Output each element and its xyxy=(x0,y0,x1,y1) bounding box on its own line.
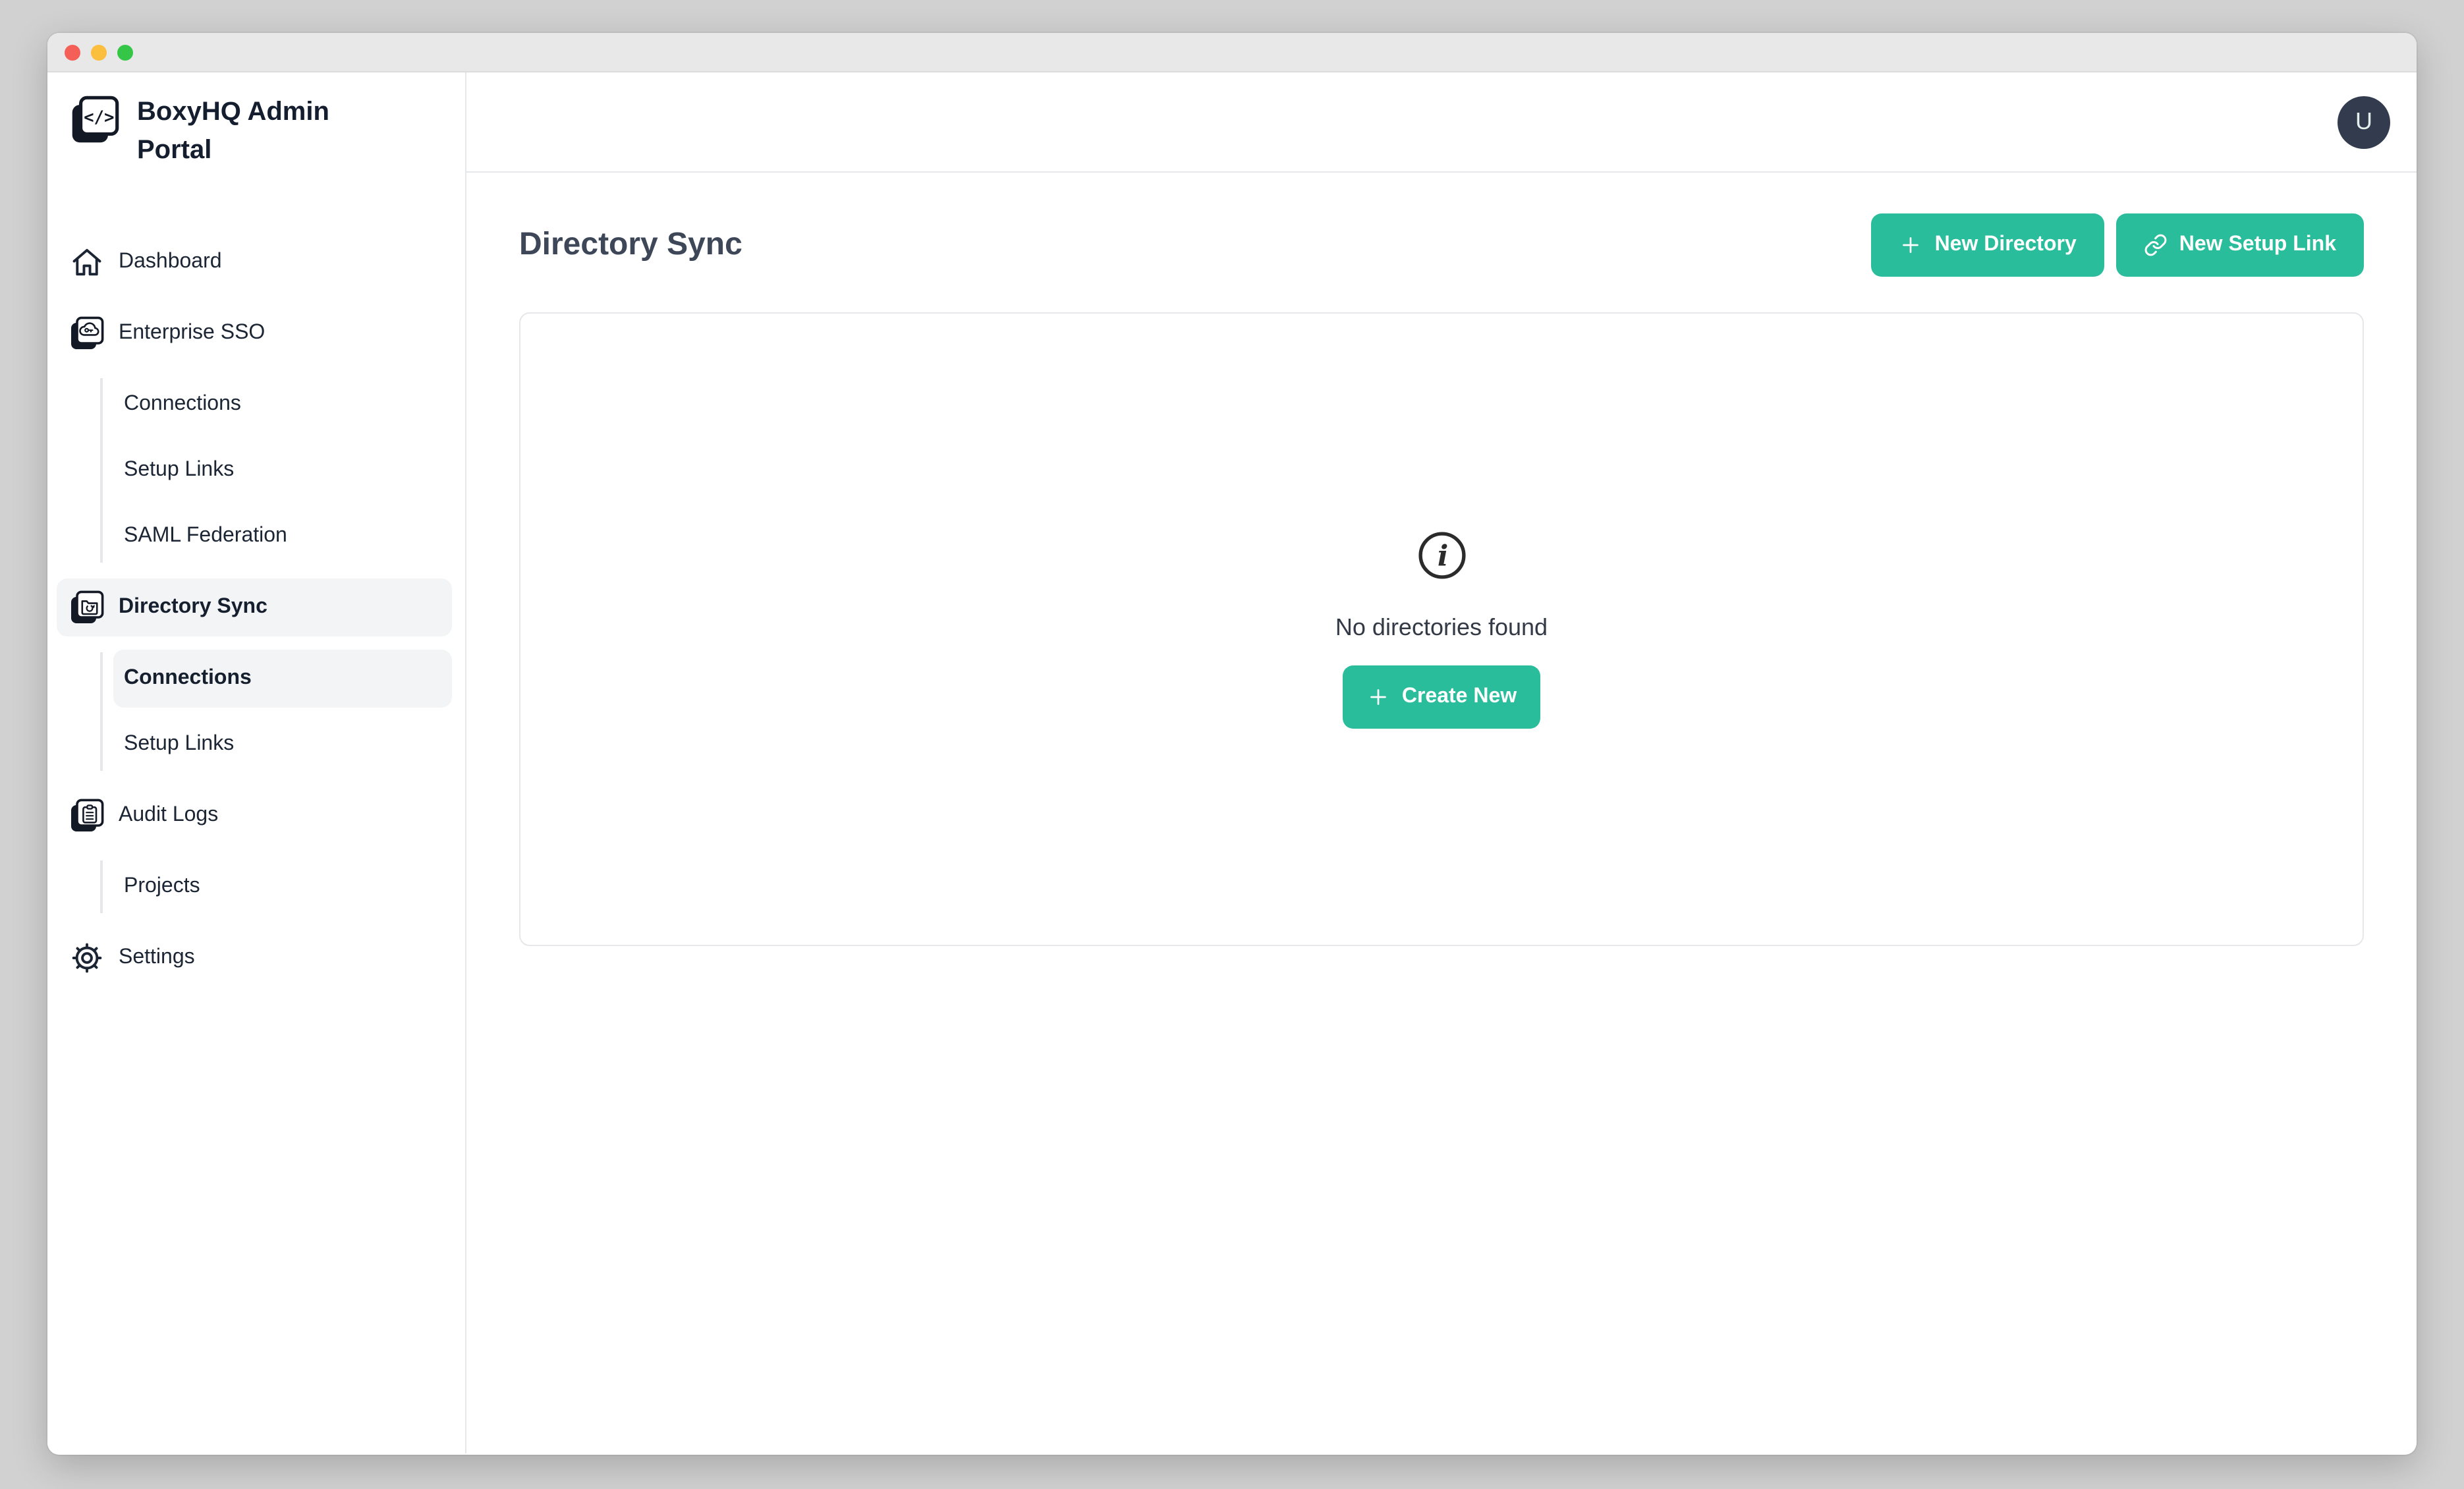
page-actions: New Directory New Setup Link xyxy=(1872,213,2364,277)
indent-line xyxy=(100,378,103,563)
top-header: U xyxy=(466,72,2417,173)
user-avatar[interactable]: U xyxy=(2338,96,2390,148)
sidebar-item-directory-sync[interactable]: Directory Sync xyxy=(57,578,452,636)
zoom-window-icon[interactable] xyxy=(117,44,133,60)
empty-state-message: No directories found xyxy=(1335,613,1548,641)
sidebar-subitem-projects[interactable]: Projects xyxy=(113,858,452,916)
new-directory-button[interactable]: New Directory xyxy=(1872,213,2104,277)
sidebar: </> BoxyHQ Admin Portal Dashboard xyxy=(47,72,466,1453)
sidebar-subitem-sso-setup-links[interactable]: Setup Links xyxy=(113,441,452,499)
empty-state-card: i No directories found Create New xyxy=(519,312,2364,946)
indent-line xyxy=(100,652,103,771)
sidebar-item-dashboard[interactable]: Dashboard xyxy=(57,233,452,291)
window-titlebar xyxy=(47,33,2417,72)
sidebar-item-label: Enterprise SSO xyxy=(119,322,265,345)
audit-logs-subgroup: Projects xyxy=(47,858,465,916)
sidebar-item-enterprise-sso[interactable]: Enterprise SSO xyxy=(57,304,452,362)
screen: </> BoxyHQ Admin Portal Dashboard xyxy=(0,0,2464,1489)
directory-sync-subgroup: Connections Setup Links xyxy=(47,650,465,773)
page-title: Directory Sync xyxy=(519,227,742,264)
enterprise-sso-subgroup: Connections Setup Links SAML Federation xyxy=(47,376,465,565)
page-header-row: Directory Sync New Directory xyxy=(519,213,2364,277)
brand-title: BoxyHQ Admin Portal xyxy=(137,94,348,170)
minimize-window-icon[interactable] xyxy=(91,44,107,60)
audit-logs-keycap-icon xyxy=(69,797,105,834)
close-window-icon[interactable] xyxy=(65,44,80,60)
app-window: </> BoxyHQ Admin Portal Dashboard xyxy=(47,33,2417,1455)
enterprise-sso-keycap-icon xyxy=(69,315,105,352)
plus-icon xyxy=(1366,685,1390,708)
svg-text:</>: </> xyxy=(84,108,114,128)
app-body: </> BoxyHQ Admin Portal Dashboard xyxy=(47,72,2417,1453)
sidebar-subitem-saml-federation[interactable]: SAML Federation xyxy=(113,507,452,565)
indent-line xyxy=(100,860,103,913)
sidebar-item-settings[interactable]: Settings xyxy=(57,929,452,987)
sidebar-subitem-dsync-setup-links[interactable]: Setup Links xyxy=(113,716,452,773)
main-area: U Directory Sync xyxy=(466,72,2417,1453)
sidebar-nav: Dashboard Enterprise SSO xyxy=(47,233,465,987)
plus-icon xyxy=(1899,233,1923,257)
new-setup-link-button[interactable]: New Setup Link xyxy=(2116,213,2364,277)
home-icon xyxy=(69,244,105,281)
sidebar-item-label: Settings xyxy=(119,946,195,970)
sidebar-subitem-sso-connections[interactable]: Connections xyxy=(113,376,452,434)
info-icon: i xyxy=(1417,530,1466,579)
avatar-initial: U xyxy=(2355,108,2372,136)
page-content: Directory Sync New Directory xyxy=(466,173,2417,946)
brand[interactable]: </> BoxyHQ Admin Portal xyxy=(69,94,444,170)
sidebar-item-label: Directory Sync xyxy=(119,596,267,619)
sidebar-subitem-dsync-connections[interactable]: Connections xyxy=(113,650,452,708)
sidebar-item-label: Dashboard xyxy=(119,250,222,274)
sidebar-item-audit-logs[interactable]: Audit Logs xyxy=(57,787,452,845)
sidebar-item-label: Audit Logs xyxy=(119,804,218,828)
boxyhq-keycap-code-icon: </> xyxy=(69,94,121,146)
svg-text:i: i xyxy=(1437,538,1447,572)
create-new-button[interactable]: Create New xyxy=(1343,665,1540,728)
directory-sync-keycap-icon xyxy=(69,589,105,626)
link-icon xyxy=(2144,233,2168,257)
gear-icon xyxy=(69,940,105,976)
